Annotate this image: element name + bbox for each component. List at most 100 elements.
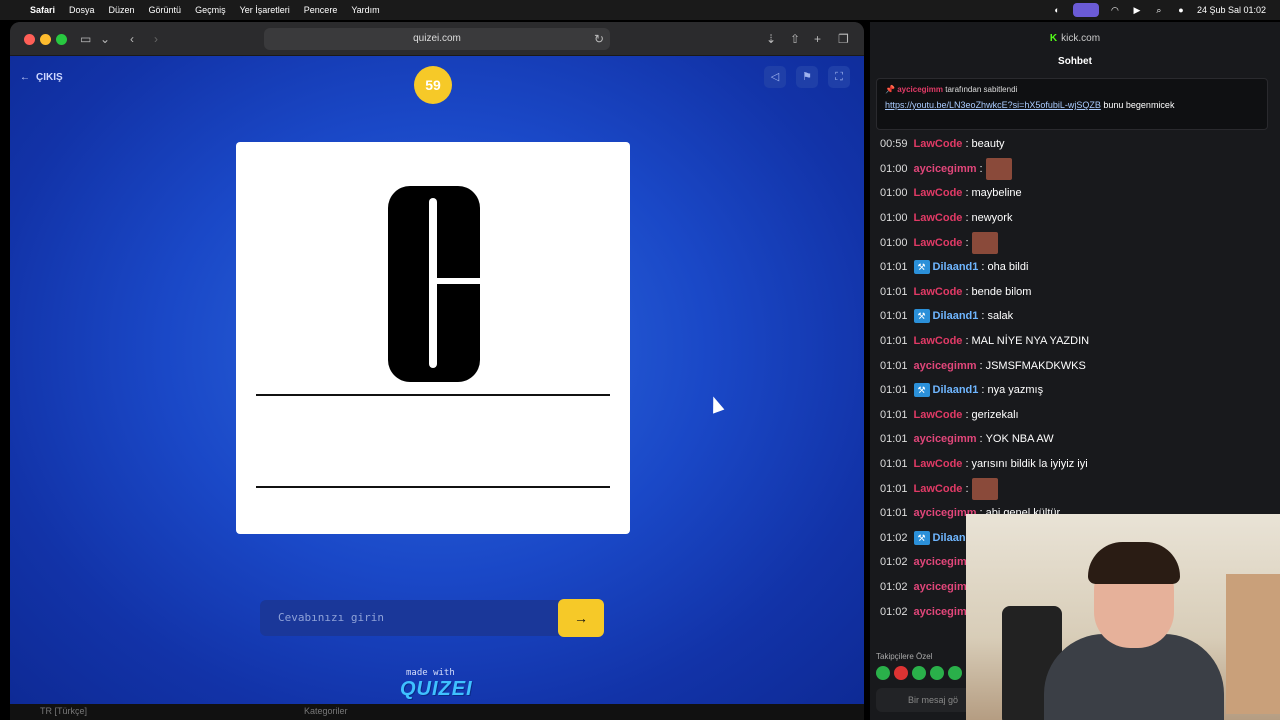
chat-message: 01:01 LawCode: gerizekalı [880, 403, 1280, 428]
forward-icon[interactable]: › [154, 31, 158, 47]
chat-username[interactable]: aycicegim [914, 606, 967, 618]
pinned-text: bunu begenmicek [1103, 100, 1175, 110]
menu-window[interactable]: Pencere [304, 5, 338, 15]
chat-username[interactable]: LawCode [914, 286, 963, 298]
chat-message: 01:01 LawCode: MAL NİYE NYA YAZDIN [880, 329, 1280, 354]
chat-timestamp: 01:01 [880, 335, 908, 348]
menu-history[interactable]: Geçmiş [195, 5, 226, 15]
menu-edit[interactable]: Düzen [109, 5, 135, 15]
chat-text: gerizekalı [971, 408, 1019, 421]
chat-username[interactable]: LawCode [914, 237, 963, 249]
answer-placeholder: Cevabınızı girin [278, 611, 384, 624]
chat-username[interactable]: aycicegimm [914, 360, 977, 372]
chat-message: 01:01 ⚒ Dilaand1: oha bildi [880, 255, 1280, 280]
chat-username[interactable]: Dilaand1 [933, 261, 979, 273]
chat-username[interactable]: LawCode [914, 138, 963, 150]
message-placeholder: Bir mesaj gö [908, 695, 959, 705]
control-center-icon[interactable]: ● [1175, 5, 1187, 15]
chat-text: JSMSFMAKDKWKS [985, 359, 1086, 372]
chat-username[interactable]: LawCode [914, 458, 963, 470]
kick-logo-icon: K [1049, 33, 1058, 44]
emote-icon[interactable] [912, 666, 926, 680]
emote-icon[interactable] [930, 666, 944, 680]
chat-username[interactable]: LawCode [914, 335, 963, 347]
menu-help[interactable]: Yardım [351, 5, 379, 15]
moderator-badge-icon: ⚒ [913, 383, 930, 398]
made-with-label: made with [406, 668, 455, 678]
downloads-icon[interactable]: ⇣ [766, 31, 776, 47]
chat-username[interactable]: LawCode [914, 187, 963, 199]
chat-timestamp: 01:01 [880, 261, 908, 274]
chat-username[interactable]: Dilaand1 [933, 310, 979, 322]
quizei-logo[interactable]: QUIZEI [400, 678, 473, 701]
menu-bookmarks[interactable]: Yer İşaretleri [240, 5, 290, 15]
menubar-datetime[interactable]: 24 Şub Sal 01:02 [1197, 5, 1266, 15]
screen-record-icon[interactable] [1072, 3, 1099, 17]
chat-username[interactable]: aycicegimm [914, 433, 977, 445]
chat-timestamp: 01:01 [880, 458, 908, 471]
chat-timestamp: 01:00 [880, 162, 908, 175]
pinned-message[interactable]: 📌 aycicegimm tarafından sabitlendi https… [876, 78, 1268, 130]
wifi-icon[interactable]: ◠ [1109, 5, 1121, 15]
zoom-window-button[interactable] [56, 34, 67, 45]
chat-username[interactable]: aycicegim [914, 556, 967, 568]
search-icon[interactable]: ⌕ [1153, 5, 1165, 15]
share-icon[interactable]: ⇧ [790, 31, 800, 47]
reload-icon[interactable]: ↻ [594, 31, 604, 47]
chat-username[interactable]: LawCode [914, 212, 963, 224]
answer-input[interactable]: Cevabınızı girin [260, 600, 560, 636]
menu-view[interactable]: Görüntü [149, 5, 182, 15]
menu-file[interactable]: Dosya [69, 5, 95, 15]
chat-separator: : [981, 310, 985, 323]
pinned-content: https://youtu.be/LN3eoZhwkcE?si=hX5ofubi… [885, 100, 1259, 110]
menubar: Safari Dosya Düzen Görüntü Geçmiş Yer İş… [0, 0, 1280, 20]
sync-icon[interactable]: ◐ [1051, 5, 1063, 15]
chat-username[interactable]: aycicegim [914, 581, 967, 593]
chat-username[interactable]: Dilaan [933, 532, 966, 544]
chat-text: oha bildi [987, 261, 1029, 274]
chat-username[interactable]: LawCode [914, 483, 963, 495]
chat-separator: : [965, 335, 969, 348]
sidebar-icon[interactable]: ▭ [80, 31, 91, 47]
emote-icon[interactable] [948, 666, 962, 680]
minimize-window-button[interactable] [40, 34, 51, 45]
chat-timestamp: 01:02 [880, 580, 908, 593]
pinned-link[interactable]: https://youtu.be/LN3eoZhwkcE?si=hX5ofubi… [885, 100, 1101, 110]
chat-separator: : [965, 482, 969, 495]
chat-separator: : [981, 261, 985, 274]
flag-icon[interactable]: ⚑ [796, 66, 818, 88]
chat-username[interactable]: LawCode [914, 409, 963, 421]
address-bar[interactable]: quizei.com [264, 28, 610, 50]
chevron-down-icon[interactable]: ⌄ [100, 31, 110, 47]
sound-icon[interactable]: ◁ [764, 66, 786, 88]
language-selector[interactable]: TR [Türkçe] [40, 706, 87, 716]
menu-app[interactable]: Safari [30, 5, 55, 15]
chat-message: 01:01 LawCode: yarısını bildik la iyiyiz i… [880, 452, 1280, 477]
emote-icon[interactable] [876, 666, 890, 680]
exit-button[interactable]: ← ÇIKIŞ [20, 72, 63, 83]
fullscreen-icon[interactable]: ⛶ [828, 66, 850, 88]
divider [256, 394, 610, 396]
chat-timestamp: 01:01 [880, 507, 908, 520]
pinned-by: 📌 aycicegimm tarafından sabitlendi [885, 85, 1259, 94]
chat-timestamp: 01:02 [880, 605, 908, 618]
followers-only-label: Takipçilere Özel [876, 652, 933, 661]
chat-separator: : [965, 138, 969, 151]
pinned-by-user: aycicegimm [897, 85, 944, 94]
play-icon[interactable]: ▶ [1131, 5, 1143, 15]
close-window-button[interactable] [24, 34, 35, 45]
chat-username[interactable]: aycicegimm [914, 163, 977, 175]
emote-icon[interactable] [894, 666, 908, 680]
submit-button[interactable]: → [558, 599, 604, 637]
chat-text: yarısını bildik la iyiyiz iyi [971, 458, 1088, 471]
categories-link[interactable]: Kategoriler [304, 706, 348, 716]
chat-text: newyork [971, 212, 1013, 225]
back-icon[interactable]: ‹ [130, 31, 134, 47]
browser-toolbar: ▭ ⌄ ‹ › quizei.com ↻ ⇣ ⇧ + ❐ [10, 22, 864, 56]
new-tab-icon[interactable]: + [814, 31, 821, 47]
chat-timestamp: 01:01 [880, 384, 908, 397]
tabs-overview-icon[interactable]: ❐ [838, 31, 849, 47]
chat-emote-icon [971, 231, 998, 254]
chat-username[interactable]: Dilaand1 [933, 384, 979, 396]
chat-message: 01:00 LawCode: newyork [880, 206, 1280, 231]
